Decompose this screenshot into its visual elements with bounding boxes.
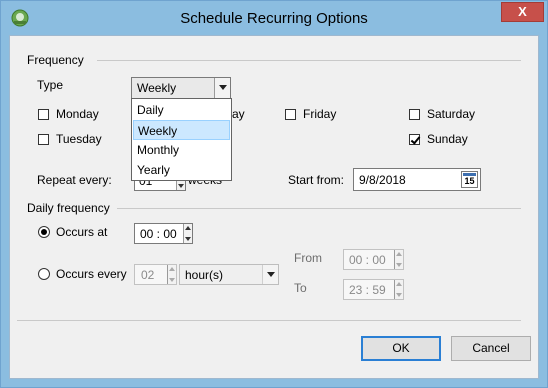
daily-frequency-divider xyxy=(117,208,521,209)
ok-button[interactable]: OK xyxy=(361,336,441,361)
from-value: 00 : 00 xyxy=(349,253,386,267)
type-selected-value: Weekly xyxy=(137,81,177,95)
close-button[interactable]: X xyxy=(501,2,544,22)
checkbox-tuesday[interactable] xyxy=(38,134,49,145)
checkbox-friday[interactable] xyxy=(285,109,296,120)
occurs-every-input[interactable]: 02 xyxy=(134,264,177,285)
sunday-label: Sunday xyxy=(427,132,468,146)
dropdown-option-weekly[interactable]: Weekly xyxy=(133,120,230,140)
start-from-label: Start from: xyxy=(288,173,345,187)
type-combobox[interactable]: Weekly xyxy=(131,77,231,99)
window-title: Schedule Recurring Options xyxy=(180,10,368,27)
chevron-down-icon[interactable] xyxy=(214,78,230,98)
saturday-label: Saturday xyxy=(427,107,476,121)
friday-label: Friday xyxy=(303,107,337,121)
dropdown-option-daily[interactable]: Daily xyxy=(133,100,230,120)
occurs-every-value: 02 xyxy=(141,268,155,282)
footer-divider xyxy=(17,320,521,321)
occurs-at-value: 00 : 00 xyxy=(140,227,177,241)
occurs-every-unit-value: hour(s) xyxy=(185,268,224,282)
radio-occurs-at[interactable] xyxy=(38,226,50,238)
type-label: Type xyxy=(37,78,64,92)
to-value: 23 : 59 xyxy=(349,283,386,297)
occurs-every-unit-combobox[interactable]: hour(s) xyxy=(179,264,279,285)
to-time-input[interactable]: 23 : 59 xyxy=(343,279,404,300)
daily-frequency-section-title: Daily frequency xyxy=(27,201,110,215)
repeat-every-label: Repeat every: xyxy=(37,173,112,187)
dropdown-option-monthly[interactable]: Monthly xyxy=(133,140,230,160)
type-dropdown-list: Daily Weekly Monthly Yearly xyxy=(131,98,232,181)
from-time-spinner[interactable] xyxy=(394,250,403,269)
occurs-every-label: Occurs every xyxy=(56,267,127,281)
dialog-body: Frequency Type Weekly Monday Tuesday ay … xyxy=(9,35,539,379)
chevron-down-icon[interactable] xyxy=(262,265,278,284)
occurs-at-label: Occurs at xyxy=(56,225,108,239)
checkbox-saturday[interactable] xyxy=(409,109,420,120)
from-time-input[interactable]: 00 : 00 xyxy=(343,249,404,270)
partially-hidden-day-label: ay xyxy=(232,107,245,121)
occurs-at-time-input[interactable]: 00 : 00 xyxy=(134,223,193,244)
start-from-value: 9/8/2018 xyxy=(359,173,406,187)
to-label: To xyxy=(294,281,307,295)
calendar-icon[interactable]: 15 xyxy=(461,171,478,188)
frequency-section-title: Frequency xyxy=(27,53,84,67)
occurs-at-spinner[interactable] xyxy=(183,224,192,243)
calendar-day-number: 15 xyxy=(464,176,475,186)
cancel-button[interactable]: Cancel xyxy=(451,336,531,361)
frequency-divider xyxy=(97,60,521,61)
monday-label: Monday xyxy=(56,107,99,121)
to-time-spinner[interactable] xyxy=(394,280,403,299)
checkbox-monday[interactable] xyxy=(38,109,49,120)
occurs-every-spinner[interactable] xyxy=(167,265,176,284)
start-from-date-input[interactable]: 9/8/2018 15 xyxy=(353,168,481,191)
dialog-window: Schedule Recurring Options X Frequency T… xyxy=(0,0,548,388)
title-bar[interactable]: Schedule Recurring Options X xyxy=(1,1,547,35)
from-label: From xyxy=(294,251,322,265)
checkbox-sunday[interactable] xyxy=(409,134,420,145)
dropdown-option-yearly[interactable]: Yearly xyxy=(133,160,230,180)
radio-occurs-every[interactable] xyxy=(38,268,50,280)
tuesday-label: Tuesday xyxy=(56,132,102,146)
